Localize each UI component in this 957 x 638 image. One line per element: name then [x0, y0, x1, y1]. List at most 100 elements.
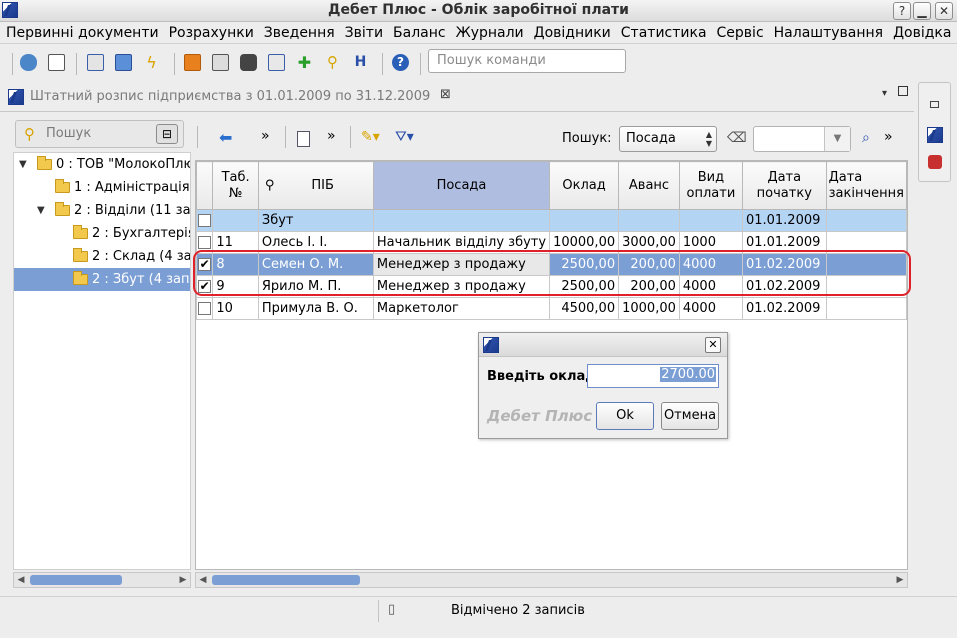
eraser-icon[interactable]: ⌫: [727, 130, 747, 146]
users-icon[interactable]: [928, 155, 942, 169]
collapse-arrow-icon[interactable]: ▼: [37, 199, 45, 222]
calendar-icon[interactable]: [268, 54, 285, 71]
row-checkbox-checked[interactable]: ✔: [198, 280, 212, 293]
menu-primary-docs[interactable]: Первинні документи: [0, 22, 163, 43]
salary-input[interactable]: 2700.00: [587, 364, 719, 388]
collapse-arrow-icon[interactable]: ▼: [19, 153, 27, 176]
monitor-icon[interactable]: [115, 54, 132, 71]
cancel-button[interactable]: Отмена: [661, 402, 719, 430]
row-checkbox[interactable]: [198, 236, 212, 249]
more-button[interactable]: »: [884, 129, 893, 145]
tree-node-accounting[interactable]: 2 : Бухгалтерія: [14, 222, 190, 245]
database-icon[interactable]: [20, 54, 37, 71]
tools-icon[interactable]: H: [352, 54, 369, 71]
table-row[interactable]: ✔ 9 Ярило М. П. Менеджер з продажу 2500,…: [196, 275, 907, 298]
maximize-view-icon[interactable]: [898, 86, 908, 96]
new-record-icon[interactable]: [297, 131, 310, 147]
row-checkbox[interactable]: [198, 302, 212, 315]
minimize-button[interactable]: ▁: [913, 2, 931, 20]
search-icon[interactable]: ⚲: [324, 54, 341, 71]
col-header-name[interactable]: ⚲ ПІБ: [257, 161, 374, 210]
menu-service[interactable]: Сервіс: [711, 22, 768, 43]
cell-start: 01.01.2009: [741, 209, 827, 232]
tree-node-administration[interactable]: 1 : Адміністрація: [14, 176, 190, 199]
tab-menu-icon[interactable]: ▾: [882, 88, 887, 99]
menu-summaries[interactable]: Зведення: [258, 22, 339, 43]
row-checkbox-cell[interactable]: [196, 209, 214, 232]
document-tab[interactable]: Штатний розпис підприємства з 01.01.2009…: [4, 84, 462, 110]
tree-search[interactable]: ⚲ Пошук ⊟: [15, 120, 184, 148]
scroll-left-icon[interactable]: ◀: [14, 573, 28, 587]
menu-settings[interactable]: Налаштування: [768, 22, 887, 43]
menu-help[interactable]: Довідка: [887, 22, 955, 43]
more-button[interactable]: »: [327, 128, 336, 144]
scroll-right-icon[interactable]: ▶: [893, 573, 907, 587]
search-value-combo[interactable]: ▼: [753, 126, 851, 152]
col-header-advance[interactable]: Аванс: [618, 161, 680, 210]
orange-square-icon[interactable]: [184, 54, 201, 71]
row-checkbox[interactable]: [198, 214, 212, 227]
menu-directories[interactable]: Довідники: [528, 22, 615, 43]
more-button[interactable]: »: [261, 128, 270, 144]
help-circle-icon[interactable]: ?: [392, 54, 409, 71]
cell-end: [825, 253, 907, 276]
close-tab-icon[interactable]: ⊠: [440, 87, 451, 102]
lightning-icon[interactable]: ϟ: [143, 54, 160, 71]
row-checkbox-cell[interactable]: [196, 231, 214, 254]
table-row[interactable]: ✔ 8 Семен О. М. Менеджер з продажу 2500,…: [196, 253, 907, 276]
mark-tool-icon[interactable]: ✎▾: [361, 129, 380, 145]
new-document-icon[interactable]: [48, 54, 65, 71]
portrait-icon[interactable]: [212, 54, 229, 71]
col-header-start-date[interactable]: Дата початку: [741, 161, 827, 210]
dock-logo-icon[interactable]: [927, 127, 943, 143]
scroll-right-icon[interactable]: ▶: [176, 573, 190, 587]
row-checkbox-cell[interactable]: ✔: [196, 275, 214, 298]
scroll-left-icon[interactable]: ◀: [196, 573, 210, 587]
menu-reports[interactable]: Звіти: [339, 22, 387, 43]
journal-icon[interactable]: [87, 54, 104, 71]
tree-node-departments[interactable]: ▼ 2 : Відділи (11 записів): [14, 199, 190, 222]
restore-icon[interactable]: [930, 101, 939, 108]
col-header-end-date[interactable]: Дата закінчення: [825, 161, 907, 210]
search-field-select[interactable]: Посада ▲ ▼: [619, 126, 717, 152]
dialog-close-icon[interactable]: ✕: [705, 337, 721, 353]
menu-calculations[interactable]: Розрахунки: [163, 22, 258, 43]
command-search-input[interactable]: Пошук команди: [428, 49, 626, 73]
row-checkbox-cell[interactable]: [196, 297, 214, 320]
help-icon[interactable]: ?: [893, 2, 911, 20]
folder-open-icon: [37, 156, 52, 170]
filter-icon[interactable]: ⛛▾: [395, 129, 414, 145]
tree-scrollbar[interactable]: ◀ ▶: [13, 572, 191, 588]
tree-node-warehouse[interactable]: 2 : Склад (4 записи): [14, 245, 190, 268]
menu-journals[interactable]: Журнали: [450, 22, 528, 43]
col-header-salary[interactable]: Оклад: [549, 161, 620, 210]
col-header-check[interactable]: [196, 161, 214, 210]
row-checkbox-cell[interactable]: ✔: [196, 253, 214, 276]
row-checkbox-checked[interactable]: ✔: [198, 258, 212, 271]
tree-node-company[interactable]: ▼ 0 : ТОВ "МолокоПлюс": [14, 153, 190, 176]
grid-scrollbar-thumb[interactable]: [212, 575, 360, 585]
cell-name: Примула В. О.: [257, 297, 374, 320]
binoculars-icon[interactable]: ⌕: [862, 130, 870, 146]
toolbar-separator: [76, 53, 77, 75]
col-header-pay-type[interactable]: Вид оплати: [678, 161, 743, 210]
group-row[interactable]: Збут 01.01.2009: [196, 209, 907, 232]
collapse-button[interactable]: ⊟: [156, 124, 178, 144]
chevron-down-icon[interactable]: ▼: [824, 127, 850, 151]
close-window-button[interactable]: ✕: [935, 2, 953, 20]
camera-icon[interactable]: [240, 54, 257, 71]
table-row[interactable]: 10 Примула В. О. Маркетолог 4500,00 1000…: [196, 297, 907, 320]
menu-balance[interactable]: Баланс: [387, 22, 450, 43]
table-row[interactable]: 11 Олесь І. І. Начальник відділу збуту 1…: [196, 231, 907, 254]
cell-salary: 2500,00: [549, 275, 620, 298]
col-header-tab[interactable]: Таб.№: [212, 161, 259, 210]
back-arrow-icon[interactable]: ⬅: [219, 128, 232, 147]
grid-scrollbar[interactable]: ◀ ▶: [195, 572, 908, 588]
tree-node-sales[interactable]: 2 : Збут (4 записи): [14, 268, 190, 291]
add-user-icon[interactable]: ✚: [296, 54, 313, 71]
status-separator: [378, 600, 379, 622]
menu-statistics[interactable]: Статистика: [615, 22, 711, 43]
tree-scrollbar-thumb[interactable]: [30, 575, 122, 585]
ok-button[interactable]: Ok: [596, 402, 654, 430]
col-header-position[interactable]: Посада: [372, 161, 551, 210]
